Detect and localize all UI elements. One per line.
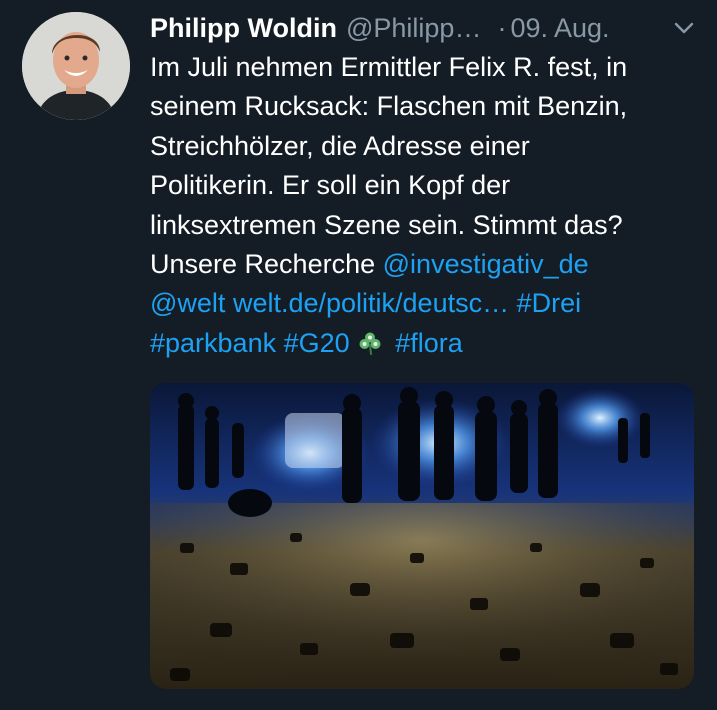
author-name[interactable]: Philipp Woldin bbox=[150, 13, 337, 44]
author-handle[interactable]: @Philipp… bbox=[346, 13, 481, 44]
tweet-line: Streichhölzer, die Adresse einer bbox=[150, 130, 530, 161]
shamrock-icon bbox=[359, 332, 381, 355]
hashtag-drei-link[interactable]: #Drei bbox=[517, 288, 582, 318]
tweet-line: linksextremen Szene sein. Stimmt das? bbox=[150, 209, 623, 240]
mention-investigativ-link[interactable]: @investigativ_de bbox=[383, 249, 589, 279]
profile-photo bbox=[22, 12, 130, 120]
street-scene-photo bbox=[150, 383, 694, 689]
tweet-line: seinem Rucksack: Flaschen mit Benzin, bbox=[150, 91, 628, 122]
hashtag-flora-link[interactable]: #flora bbox=[395, 328, 463, 358]
tweet-text-segment: Unsere Recherche bbox=[150, 249, 376, 280]
tweet-line: Im Juli nehmen Ermittler Felix R. fest, … bbox=[150, 52, 628, 82]
tweet-text: Im Juli nehmen Ermittler Felix R. fest, … bbox=[150, 48, 695, 363]
tweet-line: Politikerin. Er soll ein Kopf der bbox=[150, 170, 511, 201]
chevron-down-icon[interactable] bbox=[673, 18, 695, 38]
hashtag-g20-link[interactable]: #G20 bbox=[284, 328, 350, 358]
separator-dot: · bbox=[497, 12, 507, 43]
tweet-image[interactable] bbox=[150, 383, 694, 689]
tweet-header: Philipp Woldin @Philipp… · 09. Aug. bbox=[150, 8, 695, 48]
mention-welt-link[interactable]: @welt bbox=[150, 288, 225, 318]
tweet-line: Unsere Recherche @investigativ_de bbox=[150, 245, 695, 284]
tweet-line: #parkbank #G20 #flora bbox=[150, 324, 695, 363]
tweet-date[interactable]: 09. Aug. bbox=[510, 13, 609, 44]
hashtag-parkbank-link[interactable]: #parkbank bbox=[150, 328, 276, 358]
article-url-link[interactable]: welt.de/politik/deutsc… bbox=[233, 288, 509, 318]
avatar[interactable] bbox=[22, 12, 130, 120]
tweet-line: @welt welt.de/politik/deutsc… #Drei bbox=[150, 284, 695, 323]
